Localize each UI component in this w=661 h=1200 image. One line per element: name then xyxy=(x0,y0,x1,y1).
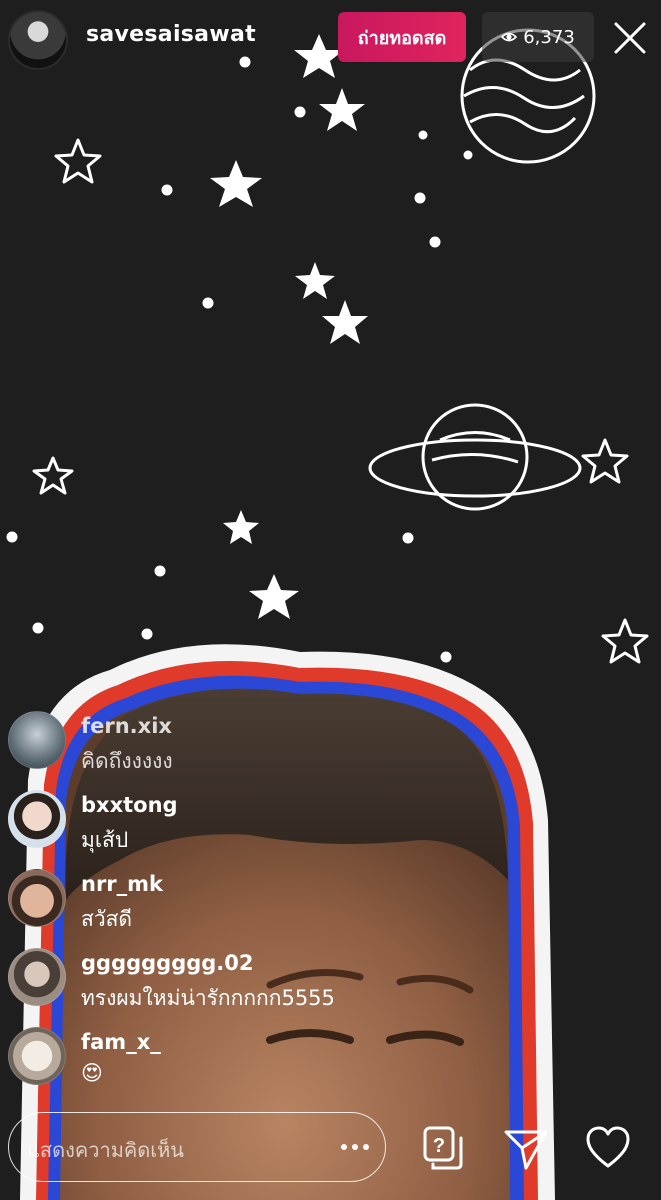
comment-item: fam_x_ 😍 xyxy=(0,1016,520,1095)
commenter-avatar[interactable] xyxy=(8,711,66,769)
live-top-bar: savesaisawat ถ่ายทอดสด 6,373 xyxy=(0,0,661,80)
comment-feed[interactable]: fern.xix คิดถึงงงงง bxxtong มุเส้ป nrr_m… xyxy=(0,700,520,1095)
commenter-avatar[interactable] xyxy=(8,948,66,1006)
commenter-avatar[interactable] xyxy=(8,869,66,927)
comment-text: คิดถึงงงงง xyxy=(81,749,173,773)
comment-text: ทรงผมใหม่น่ารักกกกก5555 xyxy=(81,986,335,1010)
viewer-count-badge[interactable]: 6,373 xyxy=(482,12,594,62)
comment-username[interactable]: bxxtong xyxy=(81,793,178,817)
eye-icon xyxy=(501,32,518,42)
viewer-count: 6,373 xyxy=(523,26,575,48)
comment-input[interactable]: แสดงความคิดเห็น xyxy=(8,1112,386,1182)
comment-text: สวัสดี xyxy=(81,907,133,931)
question-stack-icon[interactable]: ? xyxy=(420,1124,466,1172)
comment-item: bxxtong มุเส้ป xyxy=(0,779,520,858)
comment-text: มุเส้ป xyxy=(81,828,129,852)
paper-plane-icon[interactable] xyxy=(502,1124,550,1172)
more-dots-icon[interactable] xyxy=(337,1135,373,1159)
comment-item: nrr_mk สวัสดี xyxy=(0,858,520,937)
live-badge: ถ่ายทอดสด xyxy=(338,12,466,62)
heart-icon[interactable] xyxy=(584,1124,632,1172)
svg-text:?: ? xyxy=(433,1135,445,1157)
close-icon[interactable] xyxy=(608,16,652,60)
comment-username[interactable]: fam_x_ xyxy=(81,1030,161,1054)
host-username[interactable]: savesaisawat xyxy=(86,22,256,47)
commenter-avatar[interactable] xyxy=(8,1027,66,1085)
comment-item: fern.xix คิดถึงงงงง xyxy=(0,700,520,779)
comment-item: ggggggggg.02 ทรงผมใหม่น่ารักกกกก5555 xyxy=(0,937,520,1016)
commenter-avatar[interactable] xyxy=(8,790,66,848)
host-avatar[interactable] xyxy=(8,10,68,70)
comment-text: 😍 xyxy=(81,1061,103,1085)
comment-username[interactable]: nrr_mk xyxy=(81,872,163,896)
comment-username[interactable]: fern.xix xyxy=(81,714,172,738)
comment-placeholder[interactable]: แสดงความคิดเห็น xyxy=(27,1134,184,1166)
comment-username[interactable]: ggggggggg.02 xyxy=(81,951,254,975)
